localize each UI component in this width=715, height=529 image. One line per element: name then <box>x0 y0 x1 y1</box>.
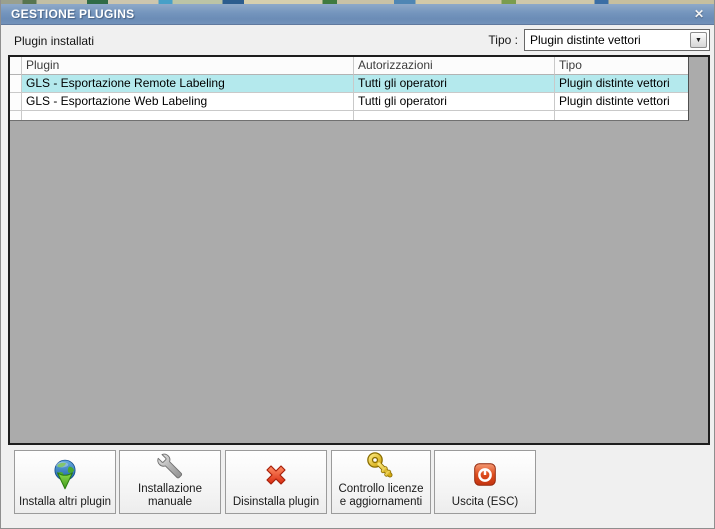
exit-button[interactable]: Uscita (ESC) <box>434 450 536 514</box>
close-icon[interactable]: ✕ <box>691 6 707 22</box>
row-gutter[interactable] <box>10 111 22 120</box>
type-label: Tipo : <box>488 33 518 47</box>
header-strip: Plugin installati Tipo : Plugin distinte… <box>1 25 714 55</box>
chevron-down-icon[interactable]: ▼ <box>690 32 707 48</box>
content-panel: Plugin Autorizzazioni Tipo GLS - Esporta… <box>8 55 710 445</box>
uninstall-plugin-button[interactable]: Disinstalla plugin <box>225 450 327 514</box>
button-bar: Installa altri plugin Installazione manu… <box>1 445 714 528</box>
button-label: Disinstalla plugin <box>232 496 320 508</box>
license-check-button[interactable]: Controllo licenze e aggiornamenti <box>331 450 431 514</box>
gestione-plugins-dialog: GESTIONE PLUGINS ✕ Plugin installati Tip… <box>0 0 715 529</box>
cell-tipo[interactable]: Plugin distinte vettori <box>555 93 688 111</box>
button-label: Installazione manuale <box>138 483 202 508</box>
cell-tipo[interactable]: Plugin distinte vettori <box>555 75 688 93</box>
cell-autorizzazioni[interactable]: Tutti gli operatori <box>354 75 555 93</box>
window-title: GESTIONE PLUGINS <box>11 7 135 21</box>
plugins-table: Plugin Autorizzazioni Tipo GLS - Esporta… <box>10 57 689 121</box>
globe-download-icon <box>17 454 113 496</box>
cell-tipo[interactable] <box>555 111 688 120</box>
cell-autorizzazioni[interactable] <box>354 111 555 120</box>
column-header-plugin[interactable]: Plugin <box>22 57 354 75</box>
type-filter-group: Tipo : Plugin distinte vettori ▼ <box>488 29 710 51</box>
installed-plugins-label: Plugin installati <box>14 34 95 48</box>
power-icon <box>437 454 533 496</box>
type-combobox[interactable]: Plugin distinte vettori ▼ <box>524 29 710 51</box>
cell-plugin[interactable] <box>22 111 354 120</box>
button-label: Uscita (ESC) <box>451 496 519 508</box>
type-combobox-value: Plugin distinte vettori <box>530 33 641 47</box>
row-gutter[interactable] <box>10 75 22 93</box>
cell-plugin[interactable]: GLS - Esportazione Web Labeling <box>22 93 354 111</box>
install-other-plugins-button[interactable]: Installa altri plugin <box>14 450 116 514</box>
title-bar[interactable]: GESTIONE PLUGINS ✕ <box>1 4 714 25</box>
manual-install-button[interactable]: Installazione manuale <box>119 450 221 514</box>
button-label: Installa altri plugin <box>18 496 112 508</box>
column-header-tipo[interactable]: Tipo <box>555 57 688 75</box>
column-header-autorizzazioni[interactable]: Autorizzazioni <box>354 57 555 75</box>
button-label: Controllo licenze e aggiornamenti <box>338 483 424 508</box>
wrench-icon <box>122 451 218 483</box>
row-gutter[interactable] <box>10 93 22 111</box>
key-icon <box>334 451 428 483</box>
cell-autorizzazioni[interactable]: Tutti gli operatori <box>354 93 555 111</box>
row-gutter-header <box>10 57 22 75</box>
red-x-icon <box>228 454 324 496</box>
cell-plugin[interactable]: GLS - Esportazione Remote Labeling <box>22 75 354 93</box>
